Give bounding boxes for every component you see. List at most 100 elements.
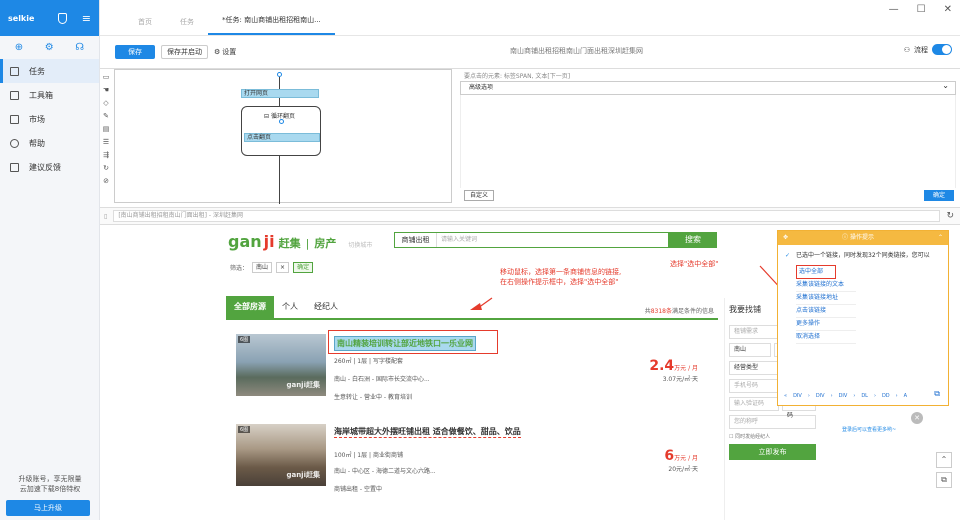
sidebar-item-tasks[interactable]: 任务	[0, 59, 99, 83]
save-start-button[interactable]: 保存并启动	[161, 45, 208, 59]
external-link-icon[interactable]: ⧉	[934, 389, 940, 399]
advanced-options[interactable]: 高级选项	[460, 80, 956, 95]
result-count: 共8318条满足条件的信息	[645, 306, 714, 315]
listing-photo[interactable]: 6图 ganji赶集	[236, 424, 326, 486]
close-icon[interactable]: ✕	[944, 4, 952, 15]
end-icon[interactable]: ⊘	[103, 177, 109, 185]
click-link-option[interactable]: 点击该链接	[796, 305, 856, 318]
count-value: 8318条	[650, 308, 672, 315]
add-icon[interactable]: ⊕	[15, 42, 23, 53]
settings-button[interactable]: ⚙ 设置	[214, 47, 236, 57]
select-all-option[interactable]: 选中全部	[796, 265, 836, 279]
selection-highlight-box	[328, 330, 498, 354]
tab-home[interactable]: 首页	[124, 17, 166, 35]
tab-all-listings[interactable]: 全部房源	[226, 296, 274, 318]
submit-button[interactable]: 立即发布	[729, 444, 816, 460]
list-item[interactable]: 6图 ganji赶集 海岸城带超大外摆旺铺出租 适合做餐饮、甜品、饮品 100㎡…	[226, 416, 718, 502]
tab-tasks[interactable]: 任务	[166, 17, 208, 35]
workflow-canvas[interactable]: 打开网页 ⊟ 循环翻页 点击翻页	[114, 69, 452, 204]
path-item[interactable]: DL	[861, 393, 868, 399]
maximize-icon[interactable]: ☐	[917, 4, 926, 15]
path-item[interactable]: A	[904, 393, 907, 399]
filter-label: 筛选：	[230, 265, 249, 272]
agree-checkbox[interactable]: ☐ 同时发给经纪人	[729, 433, 816, 440]
list-icon[interactable]: ☰	[103, 138, 109, 146]
filter-chip[interactable]: 南山	[252, 262, 273, 273]
listing-meta-2: 南山 - 中心区 - 海德二道与文心六路...	[334, 468, 436, 475]
page-icon: ▯	[104, 212, 108, 220]
listing-photo[interactable]: 6图 ganji赶集	[236, 334, 326, 396]
node-click-page[interactable]: 点击翻页	[244, 133, 320, 142]
search-category[interactable]: 商铺出租	[395, 233, 437, 247]
loop-icon[interactable]: ↻	[103, 164, 109, 172]
listing-meta-2: 南山 - 白石洲 - 国际市长交流中心...	[334, 376, 430, 383]
tab-personal[interactable]: 个人	[274, 296, 306, 318]
scroll-top-icon[interactable]: ⌃	[936, 452, 952, 468]
reload-icon[interactable]: ↻	[946, 211, 954, 221]
copy-icon[interactable]: ⧉	[936, 472, 952, 488]
move-hint-line-1: 移动鼠标，选择第一条商铺信息的链接,	[500, 268, 622, 276]
ok-button[interactable]: 确定	[924, 190, 954, 201]
move-icon[interactable]: ✥	[783, 231, 788, 245]
loop-dot[interactable]	[279, 119, 284, 124]
tab-agent[interactable]: 经纪人	[306, 296, 346, 318]
list-item[interactable]: 6图 ganji赶集 南山精装培训转让部近地铁口一乐业网 260㎡ | 1层 |…	[226, 326, 718, 412]
sidebar-item-help[interactable]: 帮助	[0, 131, 99, 155]
workflow-tools: ▭ ☚ ◇ ✎ ▤ ☰ ⇶ ↻ ⊘	[100, 69, 112, 205]
sidebar-item-feedback[interactable]: 建议反馈	[0, 155, 99, 179]
loop-container[interactable]: ⊟ 循环翻页 点击翻页	[241, 106, 321, 156]
login-hint[interactable]: 登录后可以查看更多哟~	[842, 426, 896, 433]
collapse-icon[interactable]: ⌃	[938, 231, 943, 245]
path-item[interactable]: DD	[882, 393, 890, 399]
filter-confirm-button[interactable]: 确定	[293, 262, 314, 273]
cancel-selection-option[interactable]: 取消选择	[796, 331, 856, 344]
path-item[interactable]: DIV	[793, 393, 802, 399]
filter-chip-remove[interactable]: ×	[276, 262, 290, 273]
save-button[interactable]: 保存	[115, 45, 155, 59]
code-field[interactable]: 输入验证码	[729, 397, 779, 411]
sidebar-item-label: 市场	[29, 114, 45, 124]
minimize-icon[interactable]: —	[889, 4, 899, 15]
path-item[interactable]: DIV	[816, 393, 825, 399]
sidebar-item-label: 建议反馈	[29, 162, 61, 172]
ganji-logo[interactable]: gan ji 赶集 | 房产 切换城市	[228, 232, 372, 251]
tab-current-task[interactable]: *任务: 南山商铺出租招租南山...	[208, 15, 335, 35]
custom-button[interactable]: 自定义	[464, 190, 494, 201]
toolbar: 保存 保存并启动 ⚙ 设置 南山商铺出租招租南山门面出租深圳赶集网 ⚇ 流程	[100, 36, 960, 68]
edit-icon[interactable]: ✎	[103, 112, 109, 120]
search-button[interactable]: 搜索	[669, 232, 717, 248]
username[interactable]: selkie	[8, 14, 34, 23]
sidebar-item-market[interactable]: 市场	[0, 107, 99, 131]
select-all-annotation: 选择"选中全部"	[670, 260, 719, 268]
comment-icon[interactable]: ▤	[103, 125, 110, 133]
agree-label: 同时发给经纪人	[735, 434, 771, 440]
extract-text-option[interactable]: 采集该链接的文本	[796, 279, 856, 292]
flow-toggle[interactable]	[932, 44, 952, 55]
sidebar-item-toolbox[interactable]: 工具箱	[0, 83, 99, 107]
headset-icon[interactable]: ☊	[75, 42, 84, 53]
hand-icon[interactable]: ☚	[103, 86, 109, 94]
shield-icon[interactable]	[58, 12, 68, 24]
upgrade-button[interactable]: 马上升级	[6, 500, 90, 516]
close-popup-icon[interactable]: ✕	[911, 412, 923, 424]
tips-header[interactable]: ✥ ⓘ 操作提示 ⌃	[778, 231, 948, 245]
path-item[interactable]: DIV	[839, 393, 848, 399]
node-open-page[interactable]: 打开网页	[241, 89, 319, 98]
area-select[interactable]: 南山	[729, 343, 771, 357]
cube-icon[interactable]: ◇	[103, 99, 108, 107]
more-actions-option[interactable]: 更多操作	[796, 318, 856, 331]
photo-count: 6图	[238, 336, 251, 343]
search-input[interactable]: 请输入关键词	[437, 233, 668, 247]
path-separator: ›	[807, 393, 810, 399]
listing-tabs: 全部房源 个人 经纪人 共8318条满足条件的信息	[226, 296, 718, 320]
name-field[interactable]: 您的称呼	[729, 415, 816, 429]
extract-url-option[interactable]: 采集该链接地址	[796, 292, 856, 305]
city-switch[interactable]: 切换城市	[348, 240, 372, 249]
monitor-icon[interactable]: ▭	[103, 73, 110, 81]
url-field[interactable]: [南山商铺出租招租南山门面出租] - 深圳赶集网	[113, 210, 941, 222]
listing-title-link[interactable]: 海岸城带超大外摆旺铺出租 适合做餐饮、甜品、饮品	[334, 426, 521, 438]
branch-icon[interactable]: ⇶	[103, 151, 109, 159]
path-back[interactable]: «	[784, 393, 787, 399]
menu-icon[interactable]: ≡	[82, 12, 91, 25]
gear-icon[interactable]: ⚙	[45, 42, 54, 53]
